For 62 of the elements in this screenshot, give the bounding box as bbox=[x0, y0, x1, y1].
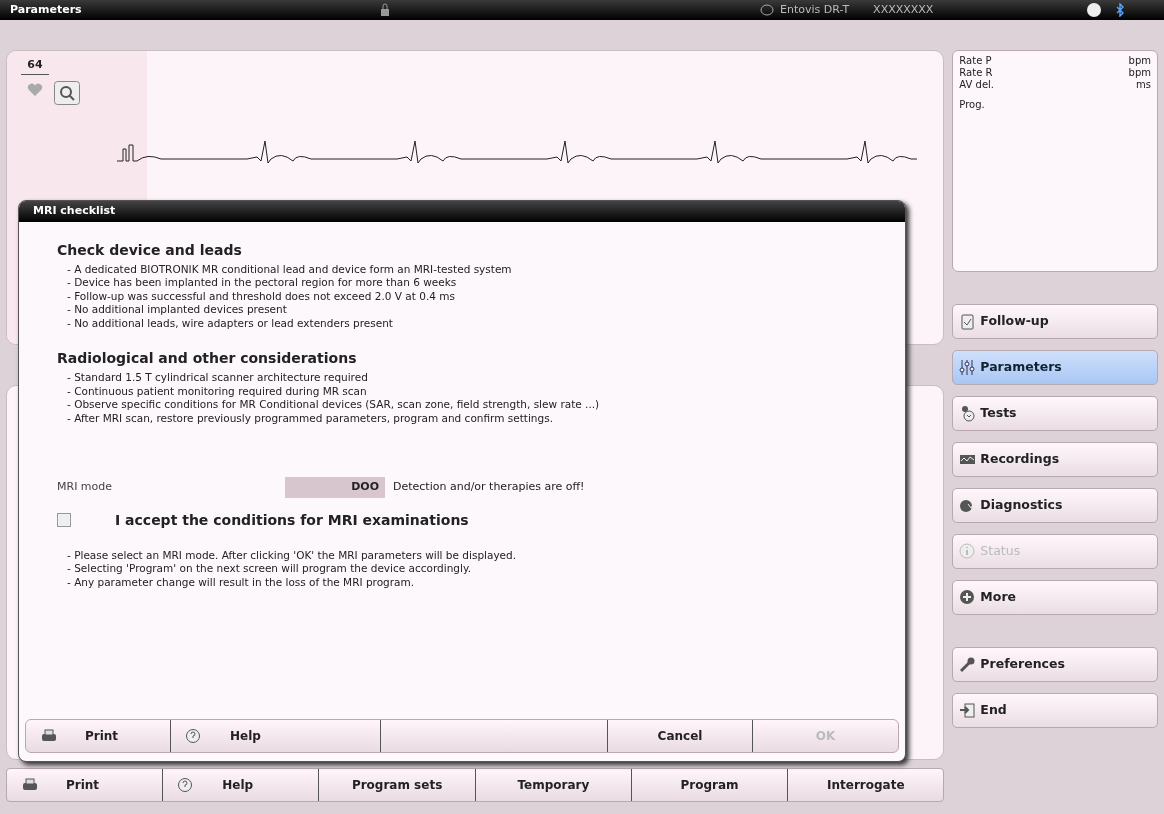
checklist-item: - Follow-up was successful and threshold does not exceed 2.0 V at 0.4 ms bbox=[66, 289, 456, 303]
status-label: Prog. bbox=[959, 99, 986, 111]
speech-bubble-icon bbox=[185, 727, 202, 745]
checklist-item: - Device has been implanted in the pectoral region for more than 6 weeks bbox=[66, 276, 458, 290]
mri-mode-field[interactable]: DOO bbox=[285, 477, 385, 498]
circle-icon bbox=[1086, 2, 1102, 18]
nav-button[interactable]: Follow-up bbox=[952, 304, 1158, 339]
status-label: Rate R bbox=[959, 67, 993, 79]
wrench-icon bbox=[959, 656, 977, 673]
dialog-title: MRI checklist bbox=[19, 201, 905, 222]
checklist-item: - After MRI scan, restore previously programmed parameters, program and confirm settings. bbox=[66, 411, 554, 425]
nav-button[interactable]: More bbox=[952, 580, 1158, 615]
action-button[interactable]: Cancel bbox=[608, 720, 753, 752]
note-line: - Selecting 'Program' on the next screen will program the device accordingly. bbox=[66, 562, 472, 576]
section-heading: Check device and leads bbox=[57, 240, 243, 260]
note-line: - Any parameter change will result in the loss of the MRI program. bbox=[66, 575, 416, 589]
bluetooth-icon bbox=[1116, 3, 1124, 17]
nav-button[interactable]: Diagnostics bbox=[952, 488, 1158, 523]
field-label: MRI mode bbox=[57, 479, 114, 495]
print-button[interactable]: Print bbox=[7, 769, 164, 801]
action-button[interactable]: Program sets bbox=[319, 769, 476, 801]
zoom-icon[interactable] bbox=[54, 80, 81, 105]
print-button[interactable]: Print bbox=[26, 720, 171, 752]
accept-label: I accept the conditions for MRI examinations bbox=[115, 510, 469, 530]
status-unit: bpm bbox=[1128, 55, 1151, 67]
status-label: AV del. bbox=[959, 79, 995, 91]
checklist-item: - No additional implanted devices present bbox=[66, 303, 288, 317]
sliders-icon bbox=[959, 359, 977, 376]
nav-button[interactable]: Preferences bbox=[952, 647, 1158, 682]
checklist-item: - No additional leads, wire adapters or lead extenders present bbox=[66, 316, 394, 330]
nav-button[interactable]: Tests bbox=[952, 396, 1158, 431]
status-label: Rate P bbox=[959, 55, 992, 67]
action-button[interactable]: Program bbox=[631, 769, 789, 801]
action-button[interactable]: Temporary bbox=[475, 769, 632, 801]
action-button[interactable]: Interrogate bbox=[788, 769, 944, 801]
help-button[interactable]: Help bbox=[163, 769, 320, 801]
heart-rate: 64 bbox=[21, 57, 49, 75]
nav-button[interactable]: End bbox=[952, 693, 1158, 728]
status-unit: ms bbox=[1136, 79, 1151, 91]
lock-icon bbox=[380, 3, 390, 17]
checklist-item: - Standard 1.5 T cylindrical scanner architecture required bbox=[66, 371, 369, 385]
accept-checkbox[interactable] bbox=[57, 513, 71, 527]
plus-icon bbox=[959, 589, 977, 606]
screen-title: Parameters bbox=[10, 1, 83, 18]
device-name: Entovis DR-T bbox=[780, 1, 850, 18]
mode-note: Detection and/or therapies are off! bbox=[393, 479, 585, 495]
help-button[interactable]: Help bbox=[171, 720, 381, 752]
serial-number: XXXXXXXX bbox=[873, 1, 934, 18]
info-icon bbox=[959, 543, 977, 560]
heart-icon bbox=[27, 82, 43, 97]
checklist-item: - Continuous patient monitoring required during MR scan bbox=[66, 384, 368, 398]
clipboard-icon bbox=[959, 313, 977, 330]
exit-icon bbox=[959, 702, 977, 719]
nav-button[interactable]: Parameters bbox=[952, 350, 1158, 385]
checklist-item: - A dedicated BIOTRONIK MR conditional lead and device form an MRI-tested system bbox=[66, 262, 513, 276]
status-unit: bpm bbox=[1128, 67, 1151, 79]
speech-bubble-icon bbox=[177, 776, 195, 794]
nav-button[interactable]: Recordings bbox=[952, 442, 1158, 477]
note-line: - Please select an MRI mode. After clicking 'OK' the MRI parameters will be displayed. bbox=[66, 548, 518, 562]
checklist-item: - Observe specific conditions for MR Conditional devices (SAR, scan zone, field strength, slew rate ...) bbox=[66, 398, 601, 412]
section-heading: Radiological and other considerations bbox=[57, 349, 358, 368]
device-icon bbox=[760, 4, 774, 16]
